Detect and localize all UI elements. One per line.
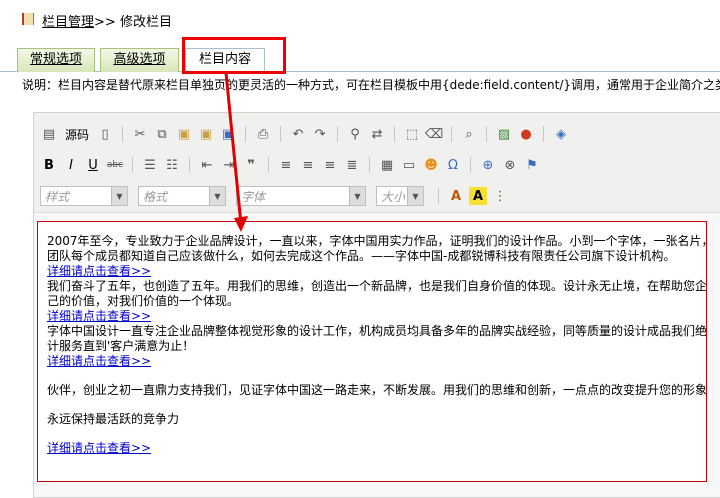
justify-icon[interactable]: ≣ bbox=[343, 156, 361, 174]
header-bar: 栏目管理>> 修改栏目 bbox=[0, 0, 720, 42]
breadcrumb-column-manage-link[interactable]: 栏目管理 bbox=[42, 15, 94, 30]
editor-toolbar: ▤ 源码 ▯ ✂ ⧉ ▣ ▣ ▣ ⎙ ↶ ↷ ⚲ ⇄ ⬚ ⌫ ⌕ ▨ ● ◈ B… bbox=[34, 113, 720, 213]
toolbar-divider bbox=[337, 126, 339, 142]
chevron-down-icon: ▼ bbox=[111, 187, 127, 205]
align-right-icon[interactable]: ≡ bbox=[321, 156, 339, 174]
cut-icon[interactable]: ✂ bbox=[131, 125, 149, 143]
flash-icon[interactable]: ● bbox=[517, 125, 535, 143]
tab-column-content[interactable]: 栏目内容 bbox=[185, 48, 265, 73]
align-left-icon[interactable]: ≡ bbox=[277, 156, 295, 174]
blockquote-icon[interactable]: ❞ bbox=[242, 156, 260, 174]
source-button[interactable]: 源码 bbox=[62, 125, 92, 143]
details-link[interactable]: 详细请点击查看>> bbox=[47, 264, 706, 279]
source-icon[interactable]: ▤ bbox=[40, 125, 58, 143]
toolbar-divider bbox=[438, 188, 439, 204]
eraser-icon[interactable]: ⌫ bbox=[425, 125, 443, 143]
book-icon bbox=[22, 13, 34, 25]
tab-advanced-options[interactable]: 高级选项 bbox=[100, 48, 179, 72]
tab-bar: 常规选项 高级选项 栏目内容 bbox=[0, 44, 720, 73]
chevron-down-icon: ▼ bbox=[407, 187, 423, 205]
content-paragraph: 2007年至今，专业致力于企业品牌设计，一直以来，字体中国用实力作品，证明我们的… bbox=[47, 234, 707, 248]
align-center-icon[interactable]: ≡ bbox=[299, 156, 317, 174]
document-icon[interactable]: ▯ bbox=[96, 125, 114, 143]
toolbar-divider bbox=[394, 126, 396, 142]
paste-text-icon[interactable]: ▣ bbox=[197, 125, 215, 143]
find-icon[interactable]: ⚲ bbox=[346, 125, 364, 143]
table-icon[interactable]: ▦ bbox=[378, 156, 396, 174]
details-link[interactable]: 详细请点击查看>> bbox=[47, 441, 706, 456]
description-text: 说明：栏目内容是替代原来栏目单独页的更灵活的一种方式，可在栏目模板中用{dede… bbox=[0, 74, 720, 96]
details-link[interactable]: 详细请点击查看>> bbox=[47, 354, 706, 369]
page-break-icon[interactable]: ⋮ bbox=[491, 187, 509, 205]
special-char-icon[interactable]: Ω bbox=[444, 156, 462, 174]
anchor-icon[interactable]: ⚑ bbox=[523, 156, 541, 174]
toolbar-divider bbox=[268, 157, 269, 173]
content-paragraph: 字体中国设计一直专注企业品牌整体视觉形象的设计工作，机构成员均具备多年的品牌实战… bbox=[47, 324, 707, 338]
undo-icon[interactable]: ↶ bbox=[289, 125, 307, 143]
copy-icon[interactable]: ⧉ bbox=[153, 125, 171, 143]
size-select[interactable]: 大小 ▼ bbox=[376, 186, 424, 206]
content-paragraph: 己的价值，对我们价值的一个体现。 bbox=[47, 294, 240, 308]
bulleted-list-icon[interactable]: ☷ bbox=[163, 156, 181, 174]
content-paragraph: 永远保持最活跃的竞争力 bbox=[47, 412, 180, 426]
horizontal-rule-icon[interactable]: ▭ bbox=[400, 156, 418, 174]
breadcrumb: 栏目管理>> 修改栏目 bbox=[42, 11, 172, 30]
unlink-icon[interactable]: ⊗ bbox=[501, 156, 519, 174]
numbered-list-icon[interactable]: ☰ bbox=[141, 156, 159, 174]
toolbar-divider bbox=[486, 126, 488, 142]
link-icon[interactable]: ⊕ bbox=[479, 156, 497, 174]
toolbar-divider bbox=[245, 126, 247, 142]
chevron-down-icon: ▼ bbox=[209, 187, 225, 205]
bold-icon[interactable]: B bbox=[40, 156, 58, 174]
toolbar-divider bbox=[369, 157, 370, 173]
font-select[interactable]: 字体 ▼ bbox=[236, 186, 366, 206]
breadcrumb-current: 修改栏目 bbox=[119, 15, 172, 30]
breadcrumb-separator: >> bbox=[94, 15, 116, 30]
details-link[interactable]: 详细请点击查看>> bbox=[47, 309, 706, 324]
tab-general-options[interactable]: 常规选项 bbox=[17, 48, 95, 72]
text-color-icon[interactable]: A bbox=[447, 187, 465, 205]
select-all-icon[interactable]: ⬚ bbox=[403, 125, 421, 143]
toolbar-divider bbox=[451, 126, 453, 142]
content-paragraph: 伙伴，创业之初一直鼎力支持我们，见证字体中国这一路走来，不断发展。用我们的思维和… bbox=[47, 383, 707, 397]
background-color-icon[interactable]: A bbox=[469, 187, 487, 205]
style-select-label: 样式 bbox=[45, 189, 70, 204]
toolbar-divider bbox=[470, 157, 471, 173]
editor-content-area[interactable]: 2007年至今，专业致力于企业品牌设计，一直以来，字体中国用实力作品，证明我们的… bbox=[37, 221, 707, 482]
replace-icon[interactable]: ⇄ bbox=[368, 125, 386, 143]
print-icon[interactable]: ⎙ bbox=[254, 125, 272, 143]
indent-icon[interactable]: ⇥ bbox=[220, 156, 238, 174]
toolbar-divider bbox=[132, 157, 133, 173]
chevron-down-icon: ▼ bbox=[349, 187, 365, 205]
content-paragraph: 团队每个成员都知道自己应该做什么，如何去完成这个作品。——字体中国-成都锐博科技… bbox=[47, 249, 676, 263]
italic-icon[interactable]: I bbox=[62, 156, 80, 174]
toolbar-divider bbox=[280, 126, 282, 142]
font-select-label: 字体 bbox=[241, 189, 266, 204]
toolbar-divider bbox=[122, 126, 124, 142]
style-select[interactable]: 样式 ▼ bbox=[40, 186, 128, 206]
toolbar-divider bbox=[189, 157, 190, 173]
redo-icon[interactable]: ↷ bbox=[311, 125, 329, 143]
content-paragraph: 计服务直到'客户满意为止！ bbox=[47, 339, 195, 353]
content-paragraph: 我们奋斗了五年，也创造了五年。用我们的思维，创造出一个新品牌，也是我们自身价值的… bbox=[47, 279, 707, 293]
size-select-label: 大小 bbox=[381, 189, 406, 204]
paste-word-icon[interactable]: ▣ bbox=[219, 125, 237, 143]
format-select-label: 格式 bbox=[143, 189, 168, 204]
strikethrough-icon[interactable]: abc bbox=[106, 156, 124, 174]
paste-icon[interactable]: ▣ bbox=[175, 125, 193, 143]
format-select[interactable]: 格式 ▼ bbox=[138, 186, 226, 206]
maximize-icon[interactable]: ◈ bbox=[552, 125, 570, 143]
smiley-icon[interactable]: ☻ bbox=[422, 156, 440, 174]
toolbar-divider bbox=[543, 126, 545, 142]
image-icon[interactable]: ▨ bbox=[495, 125, 513, 143]
preview-icon[interactable]: ⌕ bbox=[460, 125, 478, 143]
outdent-icon[interactable]: ⇤ bbox=[198, 156, 216, 174]
underline-icon[interactable]: U bbox=[84, 156, 102, 174]
